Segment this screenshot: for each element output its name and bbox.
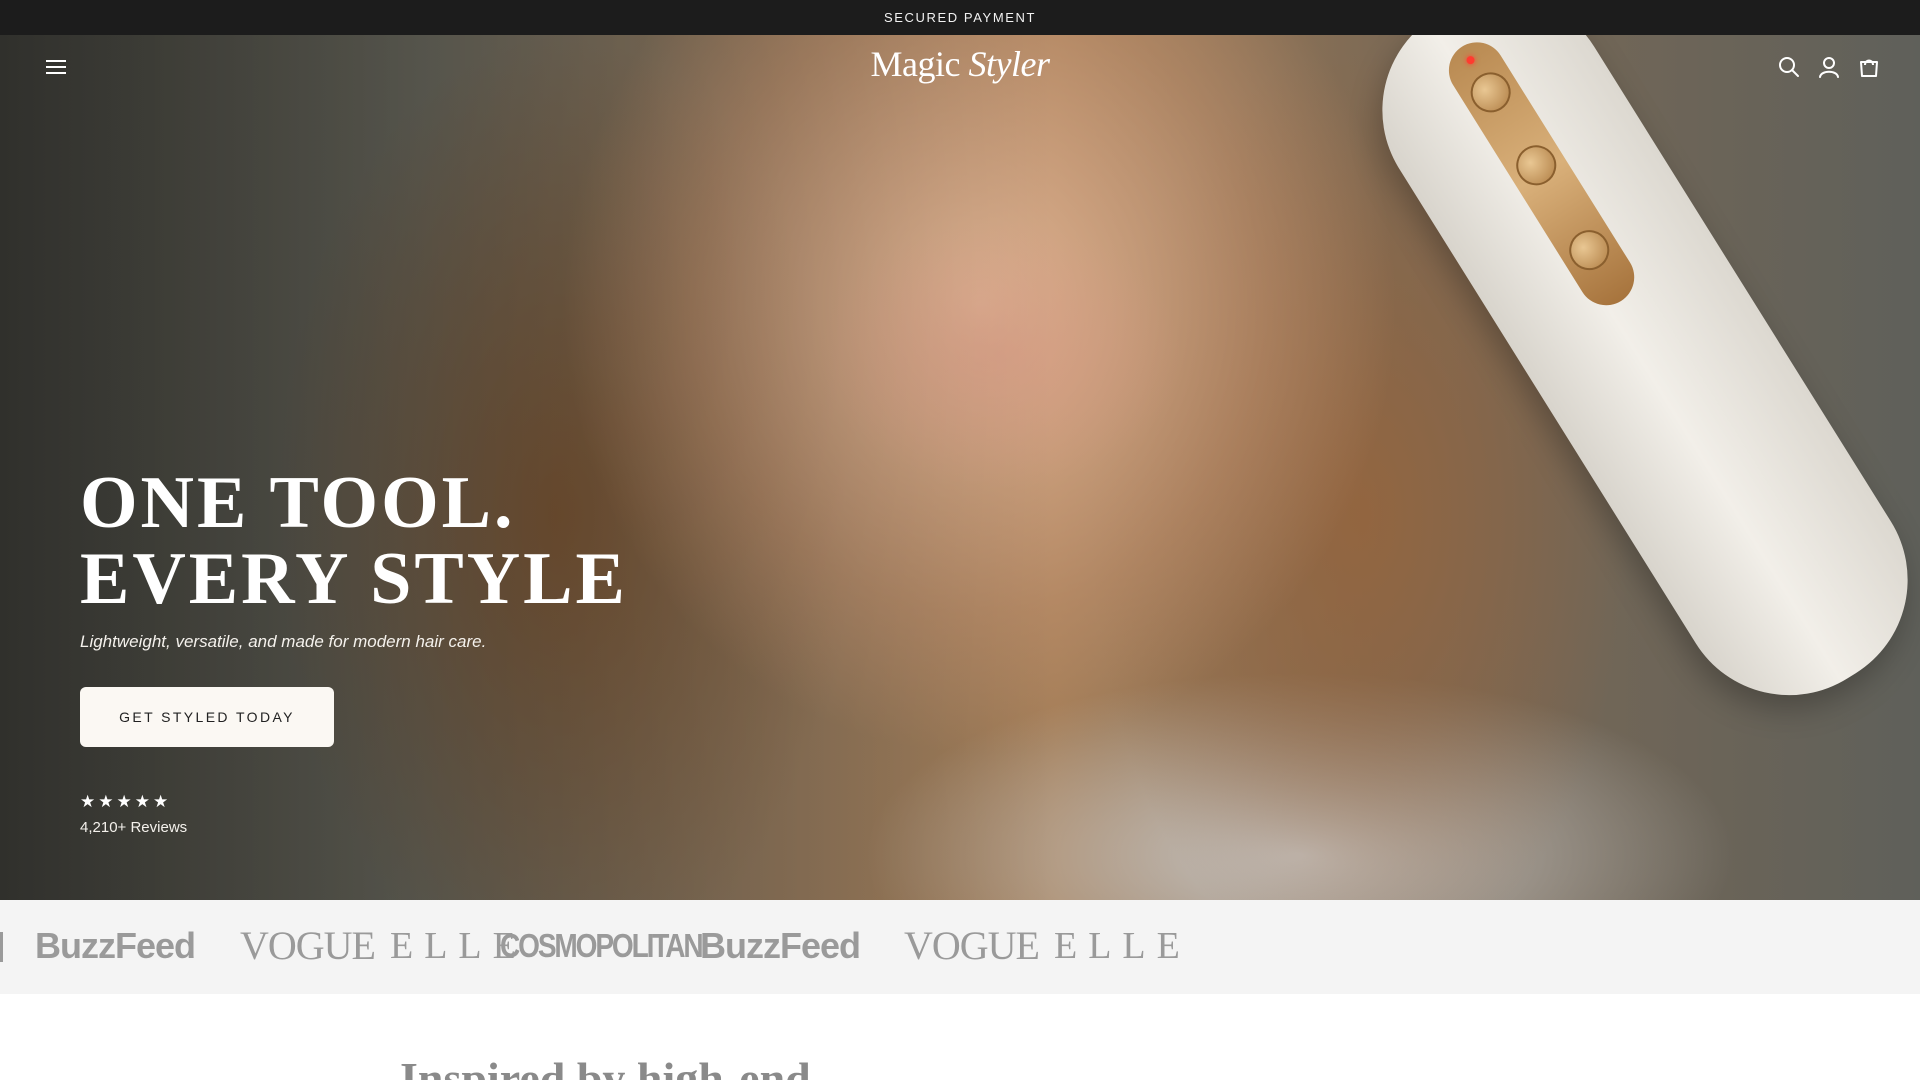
- press-logo-cutoff: [0, 932, 3, 962]
- star-icon: ★: [98, 792, 114, 811]
- hero-headline-line-1: ONE TOOL.: [80, 462, 516, 544]
- star-icon: ★: [134, 792, 150, 811]
- hero-headline: ONE TOOL. EVERY STYLE: [80, 465, 628, 617]
- hero-headline-line-2: EVERY STYLE: [80, 538, 628, 620]
- get-styled-button[interactable]: GET STYLED TODAY: [80, 687, 334, 747]
- press-logos-bar: BuzzFeed VOGUE ELLE COSMOPOLITAN BuzzFee…: [0, 900, 1920, 994]
- hero-section: Magic Styler ONE TOOL. EVERY STYLE Light…: [0, 35, 1920, 900]
- hero-subheadline: Lightweight, versatile, and made for mod…: [80, 632, 487, 651]
- device-button: [1463, 64, 1519, 120]
- device-button: [1508, 137, 1564, 193]
- star-icon: ★: [153, 792, 169, 811]
- press-logo-vogue: VOGUE: [240, 923, 376, 968]
- device-button: [1561, 222, 1617, 278]
- press-logo-vogue: VOGUE: [904, 923, 1040, 968]
- site-logo[interactable]: [870, 79, 1050, 123]
- device-led: [1465, 54, 1477, 66]
- device-control-strip: [1438, 35, 1645, 316]
- announcement-text: SECURED PAYMENT: [883, 10, 1037, 25]
- account-icon[interactable]: [1817, 55, 1841, 79]
- press-logo-cosmopolitan: COSMOPOLITAN: [500, 927, 704, 964]
- press-logo-buzzfeed: BuzzFeed: [700, 925, 861, 966]
- press-logo-buzzfeed: BuzzFeed: [35, 925, 196, 966]
- press-logo-elle: ELLE: [1054, 925, 1191, 967]
- next-section-heading: Inspired by high-end: [400, 1053, 811, 1080]
- search-icon[interactable]: [1777, 55, 1801, 79]
- reviews-link[interactable]: 4,210+ Reviews: [80, 819, 187, 836]
- menu-icon[interactable]: [44, 55, 68, 79]
- rating-stars: ★ ★ ★ ★ ★: [80, 793, 168, 810]
- star-icon: ★: [116, 792, 132, 811]
- cart-icon[interactable]: [1857, 55, 1881, 79]
- star-icon: ★: [80, 792, 96, 811]
- announcement-bar: SECURED PAYMENT: [0, 0, 1920, 35]
